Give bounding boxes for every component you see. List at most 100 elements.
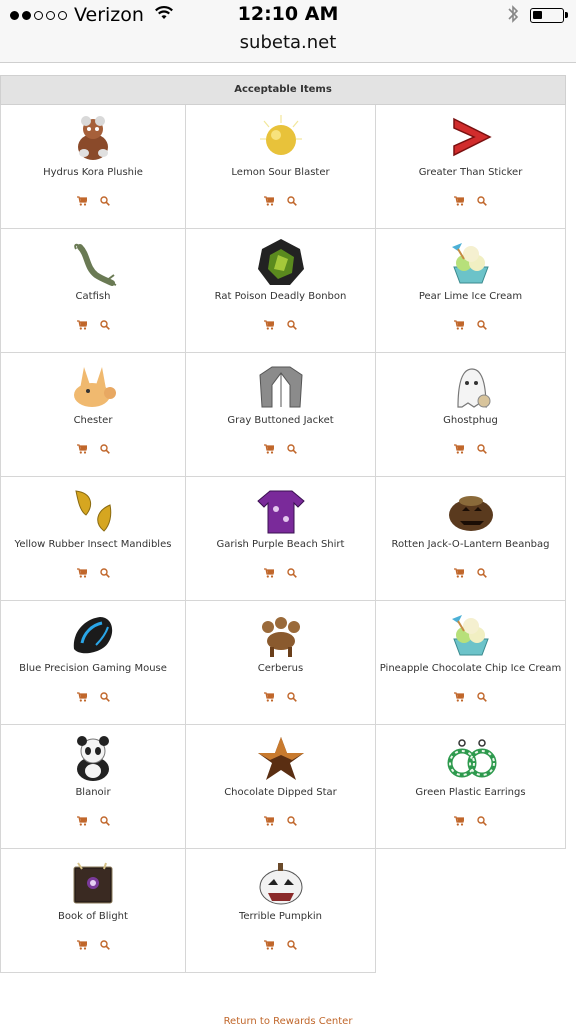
cart-icon[interactable]	[76, 568, 87, 578]
search-icon[interactable]	[99, 568, 110, 578]
cart-icon[interactable]	[76, 692, 87, 702]
cart-icon[interactable]	[454, 444, 464, 454]
mandibles-icon[interactable]	[1, 485, 185, 537]
item-actions	[1, 196, 185, 206]
cart-icon[interactable]	[76, 196, 87, 206]
cart-icon[interactable]	[264, 320, 274, 330]
bluetooth-icon	[506, 4, 520, 28]
cart-icon[interactable]	[454, 692, 464, 702]
item-name: Yellow Rubber Insect Mandibles	[14, 539, 172, 550]
gaming-mouse-icon[interactable]	[1, 609, 185, 661]
cart-icon[interactable]	[76, 940, 87, 950]
item-actions	[376, 816, 565, 826]
lemon-candy-icon[interactable]	[186, 113, 375, 165]
search-icon[interactable]	[99, 196, 110, 206]
item-name: Lemon Sour Blaster	[231, 167, 330, 178]
section-header: Acceptable Items	[0, 75, 566, 105]
item-actions	[1, 816, 185, 826]
search-icon[interactable]	[287, 568, 297, 578]
item-cell: Chocolate Dipped Star	[186, 725, 376, 849]
search-icon[interactable]	[477, 196, 487, 206]
item-name: Terrible Pumpkin	[238, 911, 323, 922]
item-cell: Yellow Rubber Insect Mandibles	[0, 477, 186, 601]
cerberus-icon[interactable]	[186, 609, 375, 661]
ghost-icon[interactable]	[376, 361, 565, 413]
ice-cream-icon[interactable]	[376, 237, 565, 289]
search-icon[interactable]	[287, 320, 297, 330]
earrings-icon[interactable]	[376, 733, 565, 785]
search-icon[interactable]	[99, 940, 110, 950]
ice-cream-icon[interactable]	[376, 609, 565, 661]
item-actions	[376, 444, 565, 454]
item-actions	[376, 692, 565, 702]
item-actions	[186, 692, 375, 702]
bonbon-icon[interactable]	[186, 237, 375, 289]
search-icon[interactable]	[99, 444, 110, 454]
item-name: Blanoir	[75, 787, 111, 798]
item-cell: Garish Purple Beach Shirt	[186, 477, 376, 601]
cart-icon[interactable]	[454, 196, 464, 206]
pumpkin-icon[interactable]	[186, 857, 375, 909]
item-actions	[186, 568, 375, 578]
search-icon[interactable]	[477, 320, 487, 330]
address-bar[interactable]: subeta.net	[0, 30, 576, 63]
cart-icon[interactable]	[264, 196, 274, 206]
book-icon[interactable]	[1, 857, 185, 909]
panda-icon[interactable]	[1, 733, 185, 785]
jacket-icon[interactable]	[186, 361, 375, 413]
search-icon[interactable]	[477, 444, 487, 454]
cart-icon[interactable]	[454, 816, 464, 826]
cart-icon[interactable]	[454, 320, 464, 330]
item-name: Pear Lime Ice Cream	[418, 291, 523, 302]
item-name: Greater Than Sticker	[418, 167, 523, 178]
plushie-icon[interactable]	[1, 113, 185, 165]
battery-level	[533, 11, 542, 19]
cart-icon[interactable]	[264, 816, 274, 826]
cart-icon[interactable]	[76, 444, 87, 454]
item-actions	[186, 816, 375, 826]
item-name: Rotten Jack-O-Lantern Beanbag	[391, 539, 550, 550]
search-icon[interactable]	[477, 568, 487, 578]
item-cell: Rotten Jack-O-Lantern Beanbag	[376, 477, 566, 601]
item-cell: Catfish	[0, 229, 186, 353]
search-icon[interactable]	[287, 816, 297, 826]
item-actions	[186, 940, 375, 950]
item-cell: Greater Than Sticker	[376, 105, 566, 229]
item-name: Catfish	[75, 291, 111, 302]
item-actions	[1, 692, 185, 702]
beanbag-icon[interactable]	[376, 485, 565, 537]
cart-icon[interactable]	[264, 940, 274, 950]
item-name: Ghostphug	[443, 415, 498, 426]
url-text: subeta.net	[239, 32, 337, 53]
search-icon[interactable]	[99, 692, 110, 702]
chester-pet-icon[interactable]	[1, 361, 185, 413]
item-actions	[1, 568, 185, 578]
cart-icon[interactable]	[76, 320, 87, 330]
greater-than-sticker-icon[interactable]	[376, 113, 565, 165]
search-icon[interactable]	[287, 692, 297, 702]
chocolate-star-icon[interactable]	[186, 733, 375, 785]
search-icon[interactable]	[477, 816, 487, 826]
search-icon[interactable]	[99, 320, 110, 330]
item-cell: Hydrus Kora Plushie	[0, 105, 186, 229]
cart-icon[interactable]	[454, 568, 464, 578]
cart-icon[interactable]	[264, 444, 274, 454]
shirt-icon[interactable]	[186, 485, 375, 537]
cart-icon[interactable]	[264, 568, 274, 578]
cart-icon[interactable]	[264, 692, 274, 702]
item-name: Rat Poison Deadly Bonbon	[214, 291, 347, 302]
search-icon[interactable]	[287, 196, 297, 206]
return-link[interactable]: Return to Rewards Center	[0, 1016, 576, 1027]
section-title: Acceptable Items	[234, 84, 332, 95]
catfish-icon[interactable]	[1, 237, 185, 289]
item-cell: Ghostphug	[376, 353, 566, 477]
search-icon[interactable]	[477, 692, 487, 702]
item-cell: Terrible Pumpkin	[186, 849, 376, 973]
search-icon[interactable]	[287, 444, 297, 454]
search-icon[interactable]	[99, 816, 110, 826]
battery-icon	[530, 8, 568, 23]
cart-icon[interactable]	[76, 816, 87, 826]
item-actions	[1, 940, 185, 950]
search-icon[interactable]	[287, 940, 297, 950]
item-actions	[1, 320, 185, 330]
